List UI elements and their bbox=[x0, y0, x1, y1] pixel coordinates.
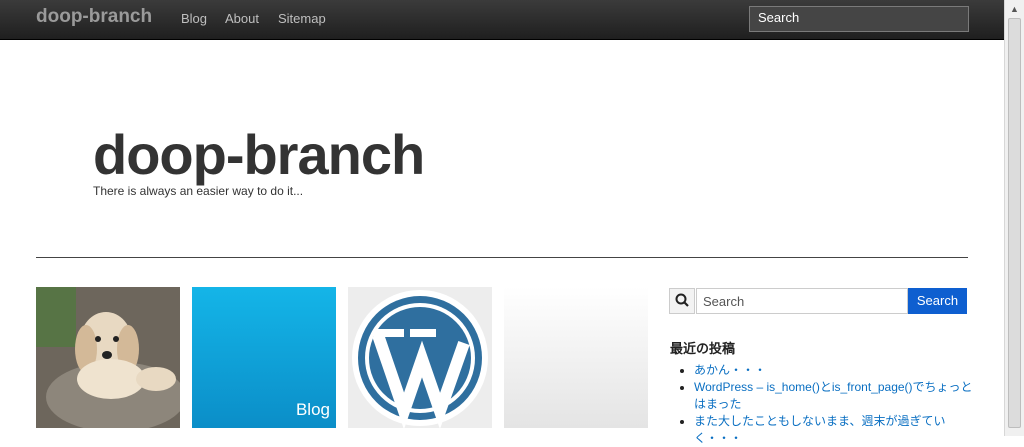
sidebar-search-button[interactable]: Search bbox=[908, 288, 967, 314]
scroll-up-icon[interactable]: ▲ bbox=[1007, 2, 1022, 17]
recent-post-link[interactable]: また大したこともしないまま、週末が過ぎていく・・・ bbox=[694, 413, 984, 447]
dog-photo bbox=[36, 287, 180, 428]
wordpress-tile[interactable] bbox=[348, 287, 492, 428]
site-tagline: There is always an easier way to do it..… bbox=[93, 184, 304, 198]
header-divider bbox=[36, 257, 968, 258]
nav-link-blog[interactable]: Blog bbox=[181, 11, 207, 26]
vertical-scrollbar[interactable]: ▲ bbox=[1004, 0, 1024, 436]
nav-link-sitemap[interactable]: Sitemap bbox=[278, 11, 326, 26]
recent-post-link[interactable]: WordPress – is_home()とis_front_page()でちょ… bbox=[694, 379, 984, 413]
blank-tile[interactable] bbox=[504, 287, 648, 428]
sidebar-search-input[interactable]: Search bbox=[696, 288, 908, 314]
recent-posts-title: 最近の投稿 bbox=[670, 341, 736, 356]
search-icon bbox=[669, 288, 695, 314]
site-title: doop-branch bbox=[93, 123, 425, 186]
wordpress-logo-icon bbox=[352, 290, 488, 428]
blog-tile[interactable]: Blog bbox=[192, 287, 336, 428]
navbar-search-input[interactable]: Search bbox=[749, 6, 969, 32]
top-navbar: doop-branch Blog About Sitemap Search bbox=[0, 0, 1004, 40]
brand-link[interactable]: doop-branch bbox=[36, 6, 152, 28]
sidebar-search: Search Search bbox=[669, 288, 967, 314]
scrollbar-thumb[interactable] bbox=[1008, 18, 1021, 428]
recent-posts-list: あかん・・・ WordPress – is_home()とis_front_pa… bbox=[680, 362, 984, 447]
nav-link-about[interactable]: About bbox=[225, 11, 259, 26]
recent-post-link[interactable]: あかん・・・ bbox=[694, 362, 984, 379]
blog-tile-label: Blog bbox=[295, 400, 330, 419]
dog-photo-tile[interactable] bbox=[36, 287, 180, 428]
